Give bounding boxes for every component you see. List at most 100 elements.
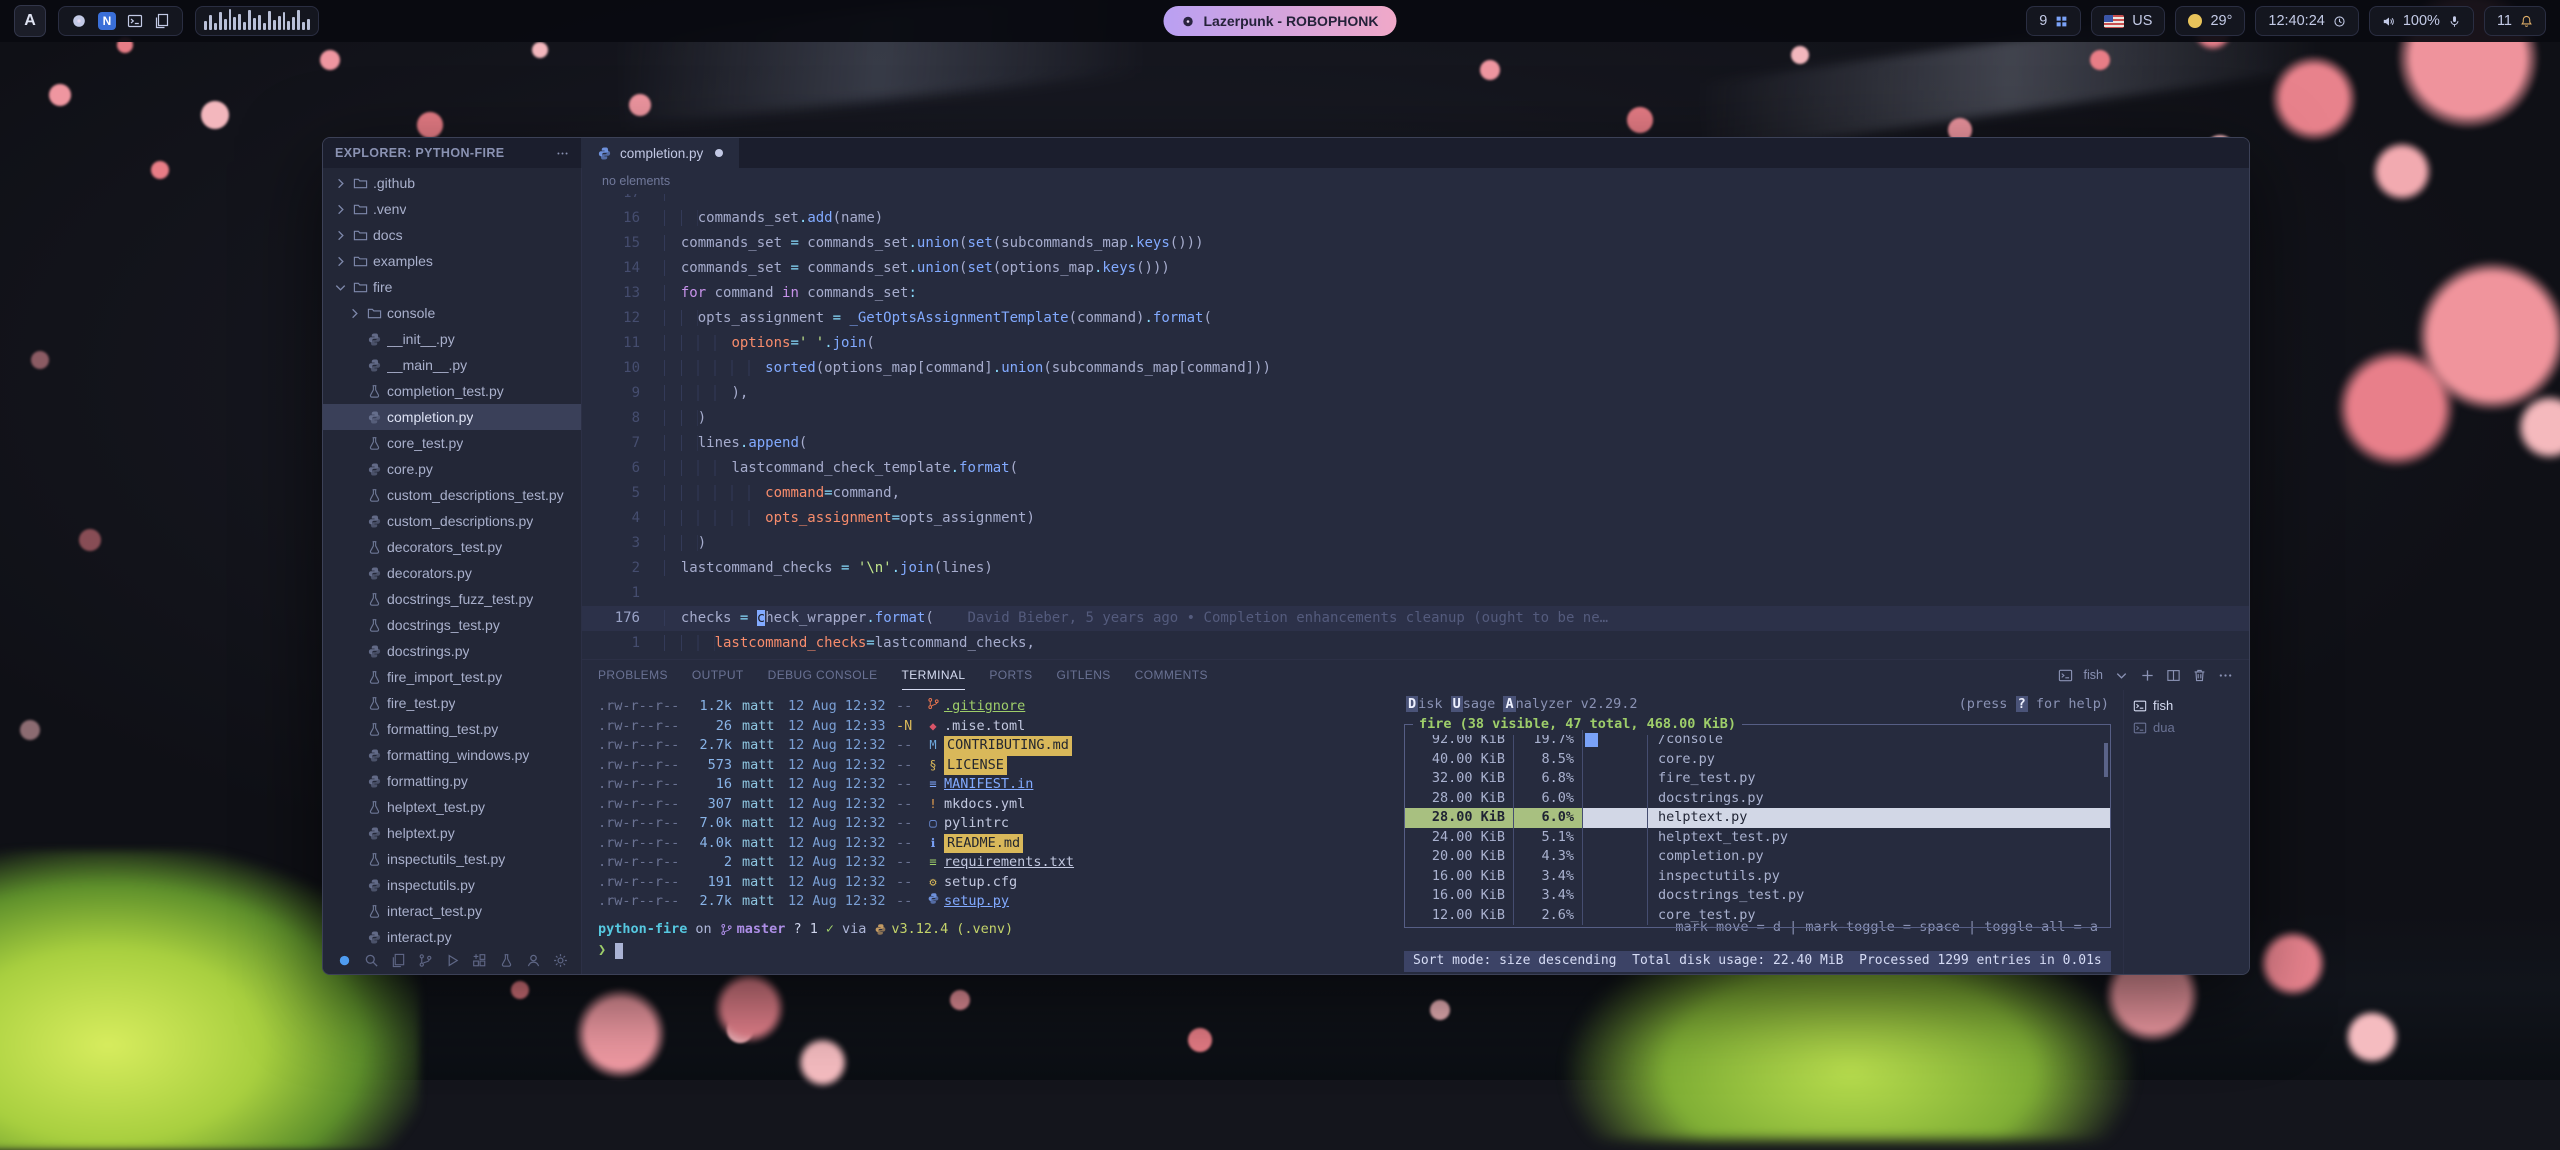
tree-file-inspectutils.py[interactable]: inspectutils.py bbox=[323, 872, 581, 898]
tree-file-core.py[interactable]: core.py bbox=[323, 456, 581, 482]
tree-file-formatting_test.py[interactable]: formatting_test.py bbox=[323, 716, 581, 742]
code-line[interactable]: 1 bbox=[582, 581, 2249, 606]
chevron-down-icon[interactable] bbox=[2114, 668, 2129, 683]
weather-widget[interactable]: 29° bbox=[2175, 6, 2245, 36]
dua-row-completion.py[interactable]: 20.00 KiB4.3%completion.py bbox=[1405, 847, 2110, 867]
code-line[interactable]: 12 opts_assignment = _GetOptsAssignmentT… bbox=[582, 306, 2249, 331]
code-line[interactable]: 1 lastcommand_checks=lastcommand_checks, bbox=[582, 631, 2249, 656]
dua-row-helptext_test.py[interactable]: 24.00 KiB5.1%helptext_test.py bbox=[1405, 828, 2110, 848]
panel-tab-comments[interactable]: COMMENTS bbox=[1135, 660, 1208, 690]
debug-icon[interactable] bbox=[445, 953, 460, 968]
launcher-button[interactable]: A bbox=[14, 5, 46, 37]
audio-visualizer-widget[interactable] bbox=[195, 6, 319, 36]
tree-folder-.venv[interactable]: .venv bbox=[323, 196, 581, 222]
dua-row-core.py[interactable]: 40.00 KiB8.5%core.py bbox=[1405, 750, 2110, 770]
explorer-actions-icon[interactable] bbox=[556, 147, 569, 160]
settings-icon[interactable] bbox=[553, 953, 568, 968]
tree-file-custom_descriptions.py[interactable]: custom_descriptions.py bbox=[323, 508, 581, 534]
tree-file-__main__.py[interactable]: __main__.py bbox=[323, 352, 581, 378]
tree-file-fire_import_test.py[interactable]: fire_import_test.py bbox=[323, 664, 581, 690]
notifications-widget[interactable]: 11 bbox=[2484, 6, 2546, 36]
workspace-widget[interactable]: 9 bbox=[2026, 6, 2081, 36]
panel-tab-gitlens[interactable]: GITLENS bbox=[1057, 660, 1111, 690]
dua-row-inspectutils.py[interactable]: 16.00 KiB3.4%inspectutils.py bbox=[1405, 867, 2110, 887]
code-line[interactable]: 16 commands_set.add(name) bbox=[582, 206, 2249, 231]
code-line[interactable]: 11 options=' '.join( bbox=[582, 331, 2249, 356]
search-icon[interactable] bbox=[364, 953, 379, 968]
code-line[interactable]: 7 lines.append( bbox=[582, 431, 2249, 456]
code-line[interactable]: 2 lastcommand_checks = '\n'.join(lines) bbox=[582, 556, 2249, 581]
dua-pane[interactable]: Disk Usage Analyzer v2.29.2 (press ? for… bbox=[1392, 690, 2123, 974]
tree-file-formatting_windows.py[interactable]: formatting_windows.py bbox=[323, 742, 581, 768]
files-icon[interactable] bbox=[391, 953, 406, 968]
extensions-icon[interactable] bbox=[472, 953, 487, 968]
dua-row-docstrings_test.py[interactable]: 16.00 KiB3.4%docstrings_test.py bbox=[1405, 886, 2110, 906]
code-line[interactable]: 3 ) bbox=[582, 531, 2249, 556]
code-editor[interactable]: 17 """16 commands_set.add(name)15 comman… bbox=[582, 194, 2249, 659]
new-terminal-button[interactable] bbox=[2140, 668, 2155, 683]
tree-file-fire_test.py[interactable]: fire_test.py bbox=[323, 690, 581, 716]
tree-file-helptext_test.py[interactable]: helptext_test.py bbox=[323, 794, 581, 820]
code-line[interactable]: 10 sorted(options_map[command].union(sub… bbox=[582, 356, 2249, 381]
code-line[interactable]: 8 ) bbox=[582, 406, 2249, 431]
panel-tab-ports[interactable]: PORTS bbox=[989, 660, 1032, 690]
n-badge-icon[interactable]: N bbox=[98, 12, 116, 30]
code-line-current[interactable]: 176 checks = check_wrapper.format( David… bbox=[582, 606, 2249, 631]
account-icon[interactable] bbox=[526, 953, 541, 968]
tree-file-completion.py[interactable]: completion.py bbox=[323, 404, 581, 430]
tree-file-helptext.py[interactable]: helptext.py bbox=[323, 820, 581, 846]
more-actions-button[interactable] bbox=[2218, 668, 2233, 683]
breadcrumb[interactable]: no elements bbox=[582, 168, 2249, 194]
code-line[interactable]: 5 command=command, bbox=[582, 481, 2249, 506]
code-line[interactable]: 4 opts_assignment=opts_assignment) bbox=[582, 506, 2249, 531]
tree-file-__init__.py[interactable]: __init__.py bbox=[323, 326, 581, 352]
dua-row-fire_test.py[interactable]: 32.00 KiB6.8%fire_test.py bbox=[1405, 769, 2110, 789]
code-line[interactable]: 14 commands_set = commands_set.union(set… bbox=[582, 256, 2249, 281]
tree-file-docstrings.py[interactable]: docstrings.py bbox=[323, 638, 581, 664]
terminal-pane[interactable]: .rw-r--r--1.2kmatt12 Aug 12:32--.gitigno… bbox=[582, 690, 1392, 974]
kill-terminal-button[interactable] bbox=[2192, 668, 2207, 683]
code-line[interactable]: 9 ), bbox=[582, 381, 2249, 406]
tree-file-decorators.py[interactable]: decorators.py bbox=[323, 560, 581, 586]
terminal-list-item-dua[interactable]: dua bbox=[2124, 717, 2249, 739]
terminal-list-item-fish[interactable]: fish bbox=[2124, 695, 2249, 717]
tree-folder-.github[interactable]: .github bbox=[323, 170, 581, 196]
tree-folder-examples[interactable]: examples bbox=[323, 248, 581, 274]
tree-file-docstrings_test.py[interactable]: docstrings_test.py bbox=[323, 612, 581, 638]
now-playing-widget[interactable]: Lazerpunk - ROBOPHONK bbox=[1163, 6, 1396, 36]
tree-file-decorators_test.py[interactable]: decorators_test.py bbox=[323, 534, 581, 560]
tree-file-formatting.py[interactable]: formatting.py bbox=[323, 768, 581, 794]
tree-file-docstrings_fuzz_test.py[interactable]: docstrings_fuzz_test.py bbox=[323, 586, 581, 612]
code-line[interactable]: 6 lastcommand_check_template.format( bbox=[582, 456, 2249, 481]
remote-icon[interactable] bbox=[337, 953, 352, 968]
testing-icon[interactable] bbox=[499, 953, 514, 968]
terminal-app-icon[interactable] bbox=[127, 13, 143, 29]
terminal-input-line[interactable]: ❯ bbox=[598, 941, 1392, 961]
dua-row-docstrings.py[interactable]: 28.00 KiB6.0%docstrings.py bbox=[1405, 789, 2110, 809]
tab-completion-py[interactable]: completion.py bbox=[581, 138, 740, 168]
tree-folder-console[interactable]: console bbox=[323, 300, 581, 326]
panel-tab-debug-console[interactable]: DEBUG CONSOLE bbox=[768, 660, 878, 690]
tree-file-inspectutils_test.py[interactable]: inspectutils_test.py bbox=[323, 846, 581, 872]
tree-file-core_test.py[interactable]: core_test.py bbox=[323, 430, 581, 456]
tree-file-interact_test.py[interactable]: interact_test.py bbox=[323, 898, 581, 924]
tree-file-interact.py[interactable]: interact.py bbox=[323, 924, 581, 946]
disc-icon[interactable] bbox=[71, 13, 87, 29]
tree-folder-fire[interactable]: fire bbox=[323, 274, 581, 300]
modified-dot-icon[interactable] bbox=[715, 149, 723, 157]
tree-file-completion_test.py[interactable]: completion_test.py bbox=[323, 378, 581, 404]
tree-folder-docs[interactable]: docs bbox=[323, 222, 581, 248]
clock-widget[interactable]: 12:40:24 bbox=[2255, 6, 2358, 36]
code-line[interactable]: 13 for command in commands_set: bbox=[582, 281, 2249, 306]
panel-tab-terminal[interactable]: TERMINAL bbox=[902, 660, 966, 690]
panel-tab-problems[interactable]: PROBLEMS bbox=[598, 660, 668, 690]
code-line[interactable]: 17 """ bbox=[582, 194, 2249, 206]
dua-row-core_test.py[interactable]: 12.00 KiB2.6%core_test.py bbox=[1405, 906, 2110, 926]
panel-tab-output[interactable]: OUTPUT bbox=[692, 660, 744, 690]
keyboard-layout-widget[interactable]: US bbox=[2091, 6, 2165, 36]
files-app-icon[interactable] bbox=[154, 13, 170, 29]
split-terminal-button[interactable] bbox=[2166, 668, 2181, 683]
volume-widget[interactable]: 100% bbox=[2369, 6, 2474, 36]
code-line[interactable]: 15 commands_set = commands_set.union(set… bbox=[582, 231, 2249, 256]
source-control-icon[interactable] bbox=[418, 953, 433, 968]
